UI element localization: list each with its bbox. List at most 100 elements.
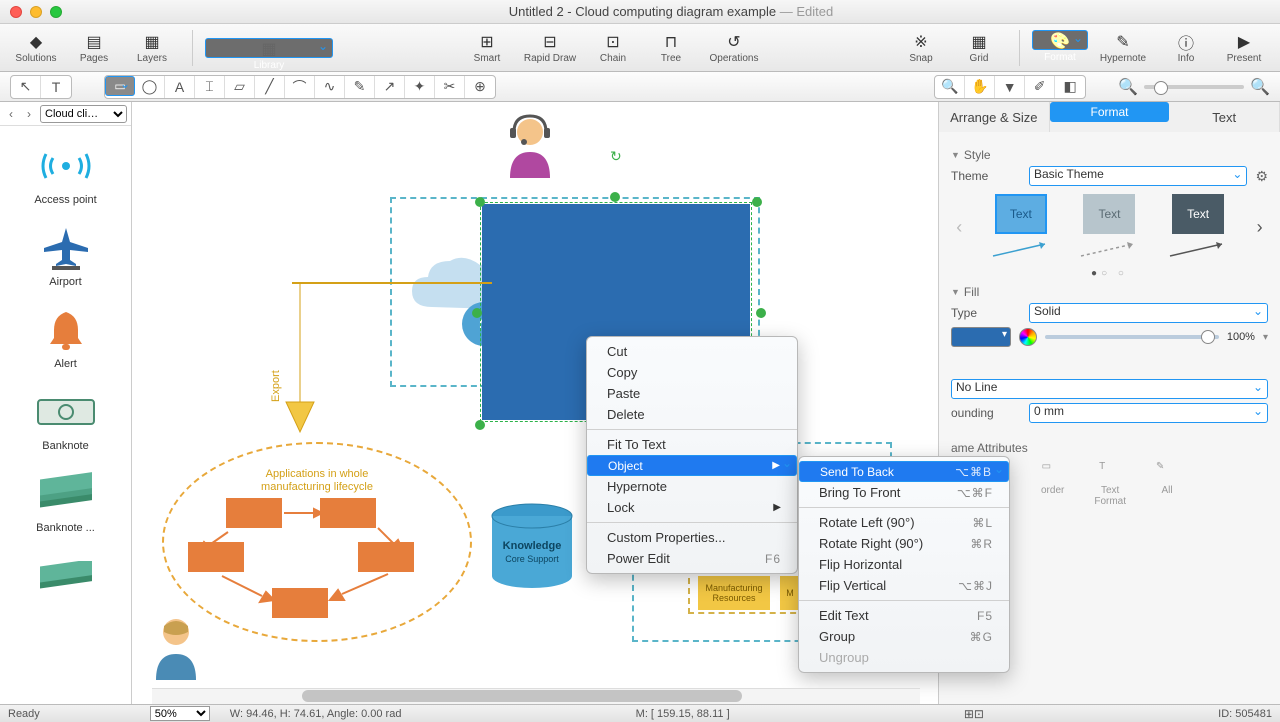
ctx-cut[interactable]: Cut	[587, 341, 797, 362]
textbox-tool[interactable]: ⌶	[195, 76, 225, 98]
zoom-select[interactable]: 50%	[150, 706, 210, 721]
ctx-lock[interactable]: Lock▶	[587, 497, 797, 518]
handle-bl[interactable]	[475, 420, 485, 430]
color-picker-icon[interactable]	[1019, 328, 1037, 346]
ctx-edit-text[interactable]: Edit TextF5	[799, 605, 1009, 626]
connector-tool[interactable]: ↗	[375, 76, 405, 98]
opacity-slider[interactable]	[1045, 335, 1219, 339]
text-shape-tool[interactable]: A	[165, 76, 195, 98]
swatch-2[interactable]: Text	[1083, 194, 1135, 234]
smart-button[interactable]: ⊞Smart	[459, 30, 515, 66]
minimize-window-icon[interactable]	[30, 6, 42, 18]
handle-mr[interactable]	[756, 308, 766, 318]
stamp-tool-icon[interactable]: ▼	[995, 76, 1025, 98]
pointer-tool[interactable]: ↖	[11, 76, 41, 98]
library-selector[interactable]: Cloud cli…	[40, 105, 127, 123]
ctx-copy[interactable]: Copy	[587, 362, 797, 383]
hypernote-button[interactable]: ✎Hypernote	[1090, 30, 1156, 66]
tree-button[interactable]: ⊓Tree	[643, 30, 699, 66]
snap-indicator-icon[interactable]: ⊞⊡	[964, 707, 984, 721]
eyedropper-icon[interactable]: ✐	[1025, 76, 1055, 98]
mfg-resources-box[interactable]: ManufacturingResources	[698, 576, 770, 610]
crop-tool[interactable]: ✂	[435, 76, 465, 98]
lib-forward-icon[interactable]: ›	[22, 107, 36, 121]
handle-tl[interactable]	[475, 197, 485, 207]
ctx-hypernote[interactable]: Hypernote	[587, 476, 797, 497]
mfg-partial-box[interactable]: M	[780, 576, 800, 610]
same-border-button[interactable]: ▭order	[1041, 461, 1064, 507]
library-button[interactable]: ▦Library	[205, 38, 333, 58]
callout-tool[interactable]: ▱	[225, 76, 255, 98]
chain-button[interactable]: ⊡Chain	[585, 30, 641, 66]
fill-color-swatch[interactable]	[951, 327, 1011, 347]
text-tool[interactable]: T	[41, 76, 71, 98]
shape-extra[interactable]	[0, 542, 131, 610]
brush-tool[interactable]: ✎	[345, 76, 375, 98]
ctx-power-edit[interactable]: Power EditF6	[587, 548, 797, 569]
fill-section[interactable]: Fill	[951, 285, 1268, 299]
line-tool[interactable]: ╱	[255, 76, 285, 98]
rotate-handle-icon[interactable]: ↻	[610, 148, 622, 165]
line-swatch-3-icon[interactable]	[1168, 240, 1228, 260]
handle-tm[interactable]	[610, 192, 620, 202]
line-swatch-2-icon[interactable]	[1079, 240, 1139, 260]
shape-banknote-stack[interactable]: Banknote ...	[0, 460, 131, 542]
zoom-window-icon[interactable]	[50, 6, 62, 18]
ctx-group[interactable]: Group⌘G	[799, 626, 1009, 647]
ctx-fit-to-text[interactable]: Fit To Text	[587, 434, 797, 455]
solutions-button[interactable]: ◆Solutions	[8, 30, 64, 66]
info-button[interactable]: ⓘInfo	[1158, 30, 1214, 66]
zoom-in-icon[interactable]: 🔍	[1250, 77, 1270, 97]
rect-tool[interactable]: ▭	[105, 76, 135, 96]
eraser-icon[interactable]: ◧	[1055, 76, 1085, 98]
ctx-custom-properties[interactable]: Custom Properties...	[587, 527, 797, 548]
zoom-tool-icon[interactable]: 🔍	[935, 76, 965, 98]
gear-icon[interactable]: ⚙	[1255, 168, 1268, 185]
close-window-icon[interactable]	[10, 6, 22, 18]
arc-tool[interactable]: ⌒	[285, 76, 315, 98]
line-swatch-1-icon[interactable]	[991, 240, 1051, 260]
ctx-send-to-back[interactable]: Send To Back⌥⌘B	[799, 461, 1009, 482]
shape-alert[interactable]: Alert	[0, 296, 131, 378]
rounding-select[interactable]: 0 mm	[1029, 403, 1268, 423]
layers-button[interactable]: ▦Layers	[124, 30, 180, 66]
shape-banknote[interactable]: Banknote	[0, 378, 131, 460]
tab-arrange-size[interactable]: Arrange & Size	[939, 102, 1050, 132]
shape-access-point[interactable]: Access point	[0, 132, 131, 214]
swatch-1[interactable]: Text	[995, 194, 1047, 234]
edit-points-tool[interactable]: ✦	[405, 76, 435, 98]
spline-tool[interactable]: ∿	[315, 76, 345, 98]
theme-select[interactable]: Basic Theme	[1029, 166, 1247, 186]
lib-back-icon[interactable]: ‹	[4, 107, 18, 121]
snap-button[interactable]: ※Snap	[893, 30, 949, 66]
ctx-rotate-right[interactable]: Rotate Right (90°)⌘R	[799, 533, 1009, 554]
ctx-delete[interactable]: Delete	[587, 404, 797, 425]
handle-ml[interactable]	[472, 308, 482, 318]
insert-tool[interactable]: ⊕	[465, 76, 495, 98]
shape-airport[interactable]: Airport	[0, 214, 131, 296]
tab-text[interactable]: Text	[1169, 102, 1280, 132]
fill-type-select[interactable]: Solid	[1029, 303, 1268, 323]
tab-format[interactable]: Format	[1050, 102, 1170, 122]
swatch-3[interactable]: Text	[1172, 194, 1224, 234]
ctx-object[interactable]: Object▶	[587, 455, 797, 476]
ctx-flip-vertical[interactable]: Flip Vertical⌥⌘J	[799, 575, 1009, 596]
zoom-slider[interactable]	[1144, 85, 1244, 89]
ctx-bring-to-front[interactable]: Bring To Front⌥⌘F	[799, 482, 1009, 503]
style-section[interactable]: Style	[951, 148, 1268, 162]
ctx-flip-horizontal[interactable]: Flip Horizontal	[799, 554, 1009, 575]
format-button[interactable]: 🎨Format	[1032, 30, 1088, 50]
swatch-next-icon[interactable]: ›	[1257, 217, 1263, 238]
ctx-paste[interactable]: Paste	[587, 383, 797, 404]
canvas-hscrollbar[interactable]	[152, 688, 920, 704]
present-button[interactable]: ▶Present	[1216, 30, 1272, 66]
same-text-format-button[interactable]: TText Format	[1094, 461, 1126, 507]
swatch-prev-icon[interactable]: ‹	[956, 217, 962, 238]
ctx-rotate-left[interactable]: Rotate Left (90°)⌘L	[799, 512, 1009, 533]
operations-button[interactable]: ↺Operations	[701, 30, 767, 66]
same-all-button[interactable]: ✎All	[1156, 461, 1178, 507]
handle-tr[interactable]	[752, 197, 762, 207]
swatch-page-dots[interactable]: ●○ ○	[951, 268, 1268, 279]
grid-button[interactable]: ▦Grid	[951, 30, 1007, 66]
line-style-select[interactable]: No Line	[951, 379, 1268, 399]
